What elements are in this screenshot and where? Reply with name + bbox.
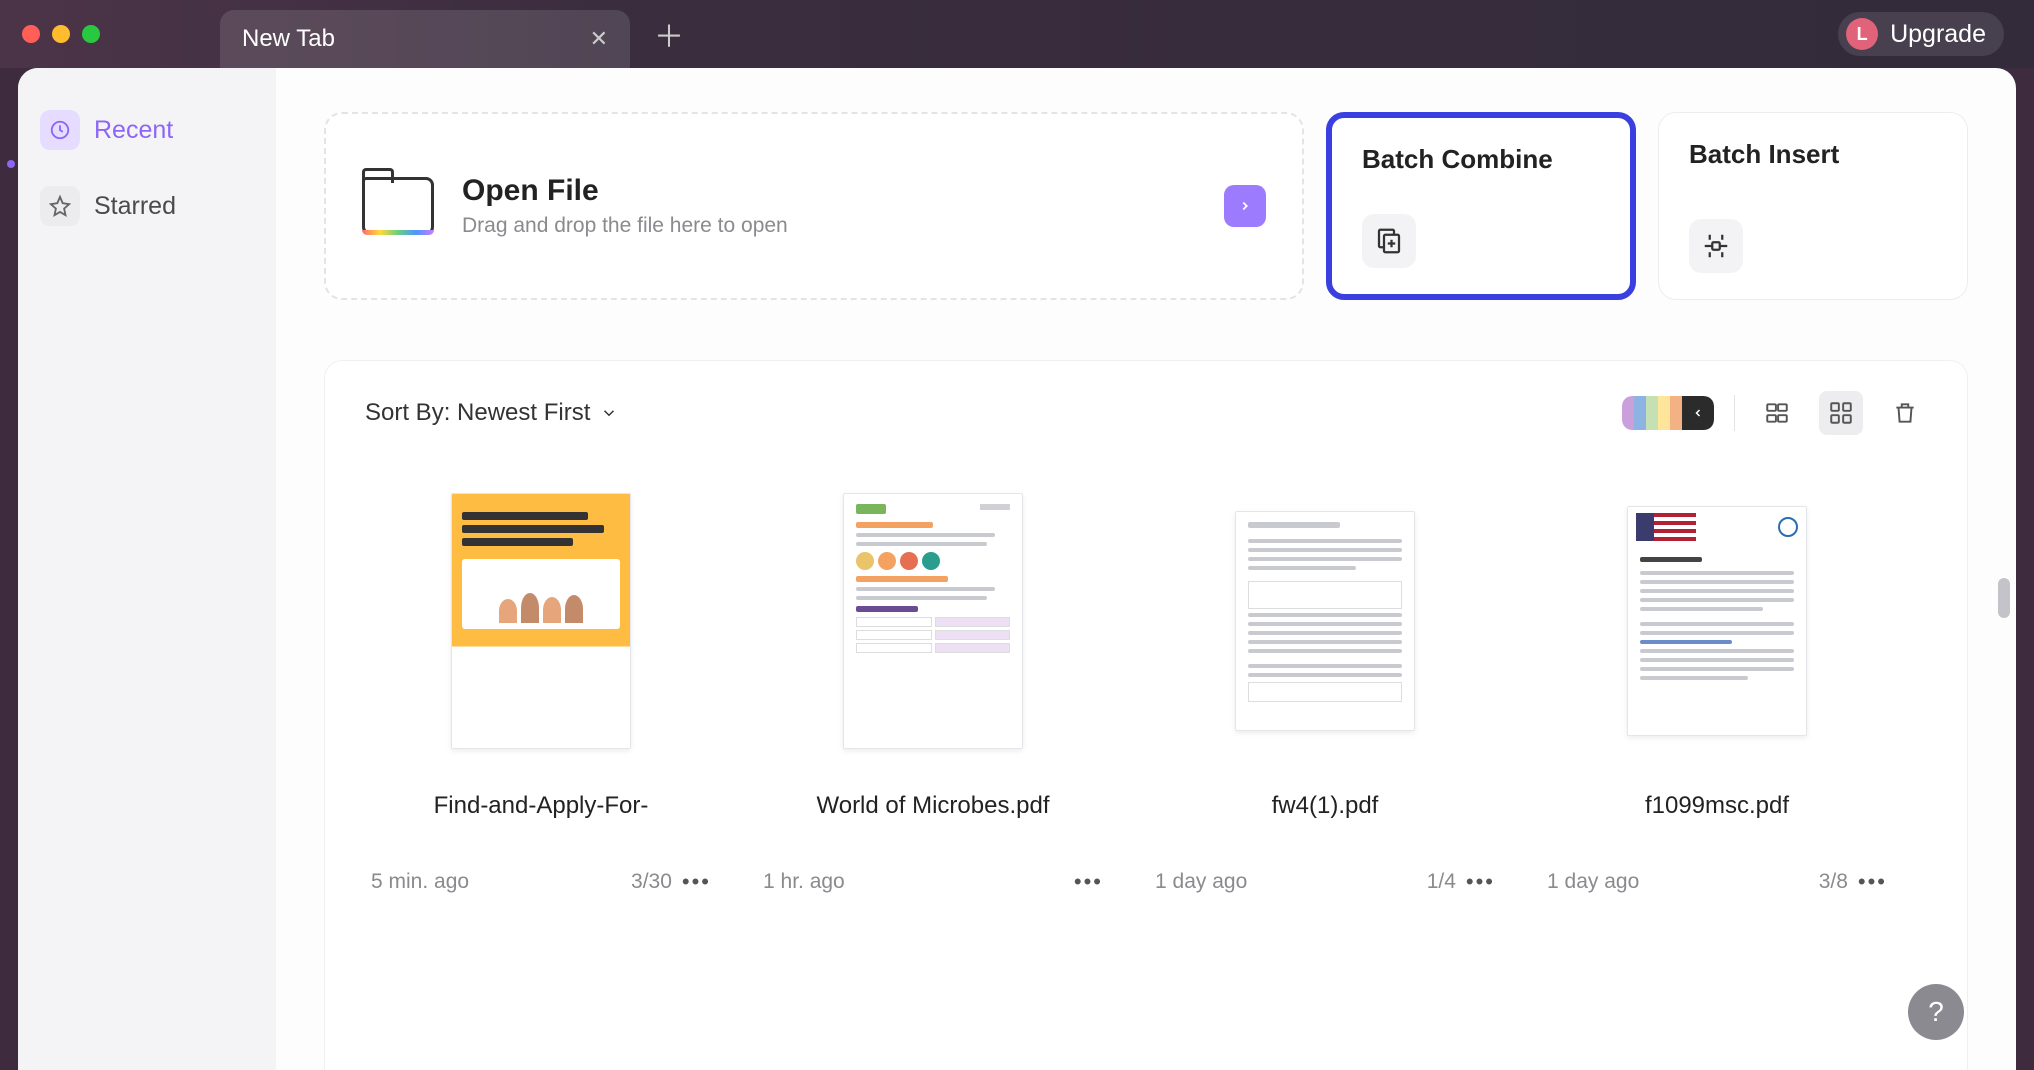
file-card[interactable]: Find-and-Apply-For- 5 min. ago 3/30 ••• (365, 471, 717, 895)
batch-insert-title: Batch Insert (1689, 139, 1937, 170)
sidebar-item-label: Recent (94, 116, 173, 145)
folder-icon (362, 177, 434, 235)
file-thumbnail (1235, 511, 1415, 731)
grid-view-button[interactable] (1819, 391, 1863, 435)
file-name: Find-and-Apply-For- (365, 791, 717, 851)
insert-pages-icon (1689, 219, 1743, 273)
file-time: 1 day ago (1155, 870, 1247, 894)
file-name: f1099msc.pdf (1541, 791, 1893, 851)
user-avatar: L (1846, 18, 1878, 50)
combine-files-icon (1362, 214, 1416, 268)
file-name: World of Microbes.pdf (757, 791, 1109, 851)
file-card[interactable]: fw4(1).pdf 1 day ago 1/4 ••• (1149, 471, 1501, 895)
help-button[interactable]: ? (1908, 984, 1964, 1040)
more-icon[interactable]: ••• (682, 869, 711, 895)
open-file-subtitle: Drag and drop the file here to open (462, 214, 1196, 238)
sidebar-item-label: Starred (94, 192, 176, 221)
more-icon[interactable]: ••• (1466, 869, 1495, 895)
tab-title: New Tab (242, 25, 335, 53)
sort-label: Sort By: Newest First (365, 399, 590, 427)
file-thumbnail (451, 493, 631, 749)
file-time: 1 hr. ago (763, 870, 845, 894)
window-traffic-lights[interactable] (22, 25, 100, 43)
scrollbar-thumb[interactable] (1998, 578, 2010, 618)
minimize-window-dot[interactable] (52, 25, 70, 43)
file-card[interactable]: f1099msc.pdf 1 day ago 3/8 ••• (1541, 471, 1893, 895)
delete-button[interactable] (1883, 391, 1927, 435)
star-icon (40, 186, 80, 226)
file-thumbnail (1627, 506, 1807, 736)
open-file-dropzone[interactable]: Open File Drag and drop the file here to… (324, 112, 1304, 300)
sort-dropdown[interactable]: Sort By: Newest First (365, 399, 618, 427)
batch-insert-card[interactable]: Batch Insert (1658, 112, 1968, 300)
sidebar-indicator-dot (7, 160, 15, 168)
sidebar-item-starred[interactable]: Starred (36, 180, 258, 232)
more-icon[interactable]: ••• (1074, 869, 1103, 895)
list-view-button[interactable] (1755, 391, 1799, 435)
chevron-left-icon (1682, 396, 1714, 430)
close-tab-icon[interactable]: ✕ (590, 26, 608, 52)
clock-icon (40, 110, 80, 150)
more-icon[interactable]: ••• (1858, 869, 1887, 895)
chevron-down-icon (600, 404, 618, 422)
file-thumbnail (843, 493, 1023, 749)
file-pages: 1/4 (1427, 870, 1456, 894)
batch-combine-card[interactable]: Batch Combine (1326, 112, 1636, 300)
file-pages: 3/8 (1819, 870, 1848, 894)
maximize-window-dot[interactable] (82, 25, 100, 43)
color-filter-button[interactable] (1622, 396, 1714, 430)
batch-combine-title: Batch Combine (1362, 144, 1600, 175)
file-card[interactable]: World of Microbes.pdf 1 hr. ago ••• (757, 471, 1109, 895)
upgrade-button[interactable]: L Upgrade (1838, 12, 2004, 56)
browser-tab[interactable]: New Tab ✕ (220, 10, 630, 68)
close-window-dot[interactable] (22, 25, 40, 43)
upgrade-label: Upgrade (1890, 20, 1986, 49)
open-file-title: Open File (462, 174, 1196, 208)
open-file-go-button[interactable] (1224, 185, 1266, 227)
file-time: 5 min. ago (371, 870, 469, 894)
file-name: fw4(1).pdf (1149, 791, 1501, 851)
new-tab-button[interactable]: ＋ (630, 12, 708, 56)
sidebar-item-recent[interactable]: Recent (36, 104, 258, 156)
toolbar-separator (1734, 395, 1735, 431)
file-pages: 3/30 (631, 870, 672, 894)
file-time: 1 day ago (1547, 870, 1639, 894)
